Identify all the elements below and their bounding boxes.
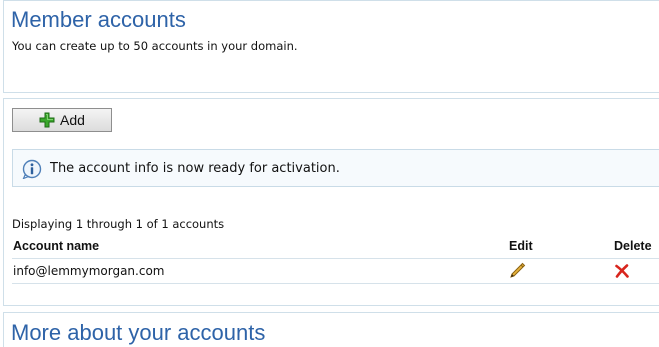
page-title: Member accounts [11, 7, 186, 32]
header-divider [12, 258, 659, 259]
table-header: Account name Edit Delete [12, 239, 659, 259]
table-row: info@lemmymorgan.com [12, 261, 659, 283]
pencil-icon[interactable] [509, 262, 526, 279]
member-accounts-panel: Member accounts You can create up to 50 … [3, 0, 659, 93]
notice-message: The account info is now ready for activa… [50, 161, 340, 176]
info-icon [22, 159, 42, 179]
section-title: More about your accounts [11, 320, 266, 345]
column-header-delete: Delete [614, 239, 652, 253]
add-button[interactable]: Add [12, 108, 112, 132]
more-about-panel: More about your accounts [3, 312, 659, 347]
account-name: info@lemmymorgan.com [13, 264, 165, 278]
info-notice: The account info is now ready for activa… [12, 149, 659, 187]
column-header-edit: Edit [509, 239, 533, 253]
column-header-account-name: Account name [13, 239, 100, 253]
results-summary: Displaying 1 through 1 of 1 accounts [12, 217, 225, 231]
red-x-icon[interactable] [614, 263, 630, 279]
plus-icon [39, 112, 55, 128]
add-button-label: Add [60, 112, 85, 128]
accounts-panel: Add The account info is now ready for ac… [3, 98, 659, 306]
row-divider [12, 283, 659, 284]
page-subtitle: You can create up to 50 accounts in your… [12, 39, 298, 53]
